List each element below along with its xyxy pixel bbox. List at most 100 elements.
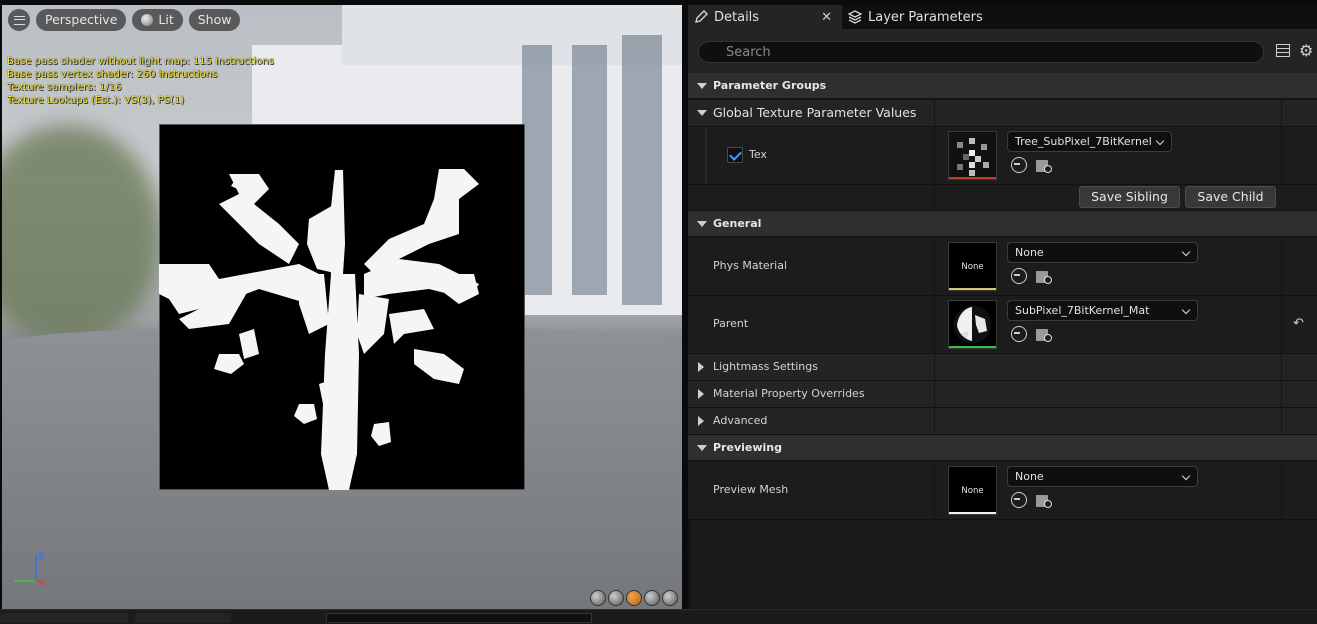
save-child-button[interactable]: Save Child xyxy=(1185,186,1276,208)
plane-preview-button[interactable] xyxy=(626,590,642,606)
preview-mesh-dropdown[interactable]: None xyxy=(1007,466,1198,487)
value-column xyxy=(936,408,1282,434)
layers-icon xyxy=(848,10,862,24)
category-previewing[interactable]: Previewing xyxy=(688,435,1317,461)
parent-material-value: SubPixel_7BitKernel_Mat xyxy=(1015,304,1150,317)
thumbnail-none-text: None xyxy=(961,261,984,272)
phys-material-thumbnail[interactable]: None xyxy=(948,242,997,291)
viewport-menu-button[interactable] xyxy=(8,9,30,31)
browse-asset-icon[interactable] xyxy=(1036,158,1053,173)
group-label: Global Texture Parameter Values xyxy=(713,105,917,120)
cylinder-preview-button[interactable] xyxy=(590,590,606,606)
background-window xyxy=(522,45,552,295)
gear-icon[interactable]: ⚙ xyxy=(1299,43,1314,59)
asset-type-color-bar xyxy=(949,346,996,348)
group-global-texture-parameters[interactable]: Global Texture Parameter Values xyxy=(688,100,1317,127)
sphere-preview-button[interactable] xyxy=(608,590,624,606)
tab-details-label: Details xyxy=(714,9,760,25)
group-material-property-overrides[interactable]: Material Property Overrides xyxy=(688,381,1317,408)
bottom-strip-segment xyxy=(0,613,128,623)
reset-column: ↶ xyxy=(1283,296,1317,353)
asset-actions xyxy=(1011,326,1053,342)
group-lightmass-settings[interactable]: Lightmass Settings xyxy=(688,354,1317,381)
axis-z-label: Z xyxy=(38,551,45,562)
property-row-preview-mesh: Preview Mesh None None xyxy=(688,462,1317,520)
teapot-preview-button[interactable] xyxy=(662,590,678,606)
background-tree xyxy=(2,125,162,345)
browse-asset-icon[interactable] xyxy=(1036,493,1053,508)
name-column: Lightmass Settings xyxy=(688,354,935,380)
bottom-toolbar-strip xyxy=(0,609,1317,624)
value-column: SubPixel_7BitKernel_Mat xyxy=(936,296,1282,353)
collapse-arrow-icon xyxy=(697,110,707,116)
category-parameter-groups[interactable]: Parameter Groups xyxy=(688,73,1317,99)
save-buttons-row: Save Sibling Save Child xyxy=(688,185,1317,211)
lit-label: Lit xyxy=(158,12,174,27)
preview-mesh-value: None xyxy=(1015,470,1044,483)
editor-window: Perspective Lit Show Base pass shader wi… xyxy=(0,0,1317,624)
lit-sphere-icon xyxy=(141,14,154,26)
preview-mesh-selector xyxy=(590,590,678,606)
phys-material-dropdown[interactable]: None xyxy=(1007,242,1198,263)
tab-details[interactable]: Details ✕ xyxy=(688,5,842,29)
asset-type-color-bar xyxy=(949,512,996,514)
category-general[interactable]: General xyxy=(688,211,1317,237)
details-panel: Details ✕ Layer Parameters ⚙ Parameter G… xyxy=(688,5,1317,609)
asset-actions xyxy=(1011,157,1053,173)
tex-enabled-checkbox[interactable] xyxy=(727,147,743,163)
name-column: Tex xyxy=(688,127,935,184)
reset-to-default-icon[interactable]: ↶ xyxy=(1293,317,1305,330)
search-row: ⚙ xyxy=(688,29,1317,73)
shader-stats: Base pass shader without light map: 115 … xyxy=(7,55,274,107)
name-column: Global Texture Parameter Values xyxy=(688,100,935,126)
name-column: Preview Mesh xyxy=(688,462,935,519)
name-column xyxy=(688,185,935,210)
chevron-down-icon xyxy=(1181,247,1191,257)
parent-material-thumbnail[interactable] xyxy=(948,300,997,349)
texture-thumbnail[interactable] xyxy=(948,131,997,180)
parent-material-dropdown[interactable]: SubPixel_7BitKernel_Mat xyxy=(1007,300,1198,321)
phys-material-value: None xyxy=(1015,246,1044,259)
texture-preview-plane xyxy=(159,124,525,490)
use-selected-icon[interactable] xyxy=(1011,326,1027,342)
table-view-icon[interactable] xyxy=(1276,44,1290,57)
asset-type-color-bar xyxy=(949,288,996,290)
use-selected-icon[interactable] xyxy=(1011,268,1027,284)
perspective-button[interactable]: Perspective xyxy=(36,9,127,31)
cube-preview-button[interactable] xyxy=(644,590,660,606)
bottom-strip-segment xyxy=(135,613,231,623)
group-advanced[interactable]: Advanced xyxy=(688,408,1317,435)
tex-label: Tex xyxy=(749,148,767,161)
tab-layer-parameters-label: Layer Parameters xyxy=(868,9,983,25)
asset-type-color-bar xyxy=(949,177,996,179)
save-sibling-button[interactable]: Save Sibling xyxy=(1079,186,1180,208)
parent-material-sphere xyxy=(949,301,996,348)
preview-mesh-thumbnail[interactable]: None xyxy=(948,466,997,515)
panel-tabs: Details ✕ Layer Parameters xyxy=(688,5,1317,29)
category-label: General xyxy=(713,217,762,230)
use-selected-icon[interactable] xyxy=(1011,157,1027,173)
background-window xyxy=(622,35,662,305)
browse-asset-icon[interactable] xyxy=(1036,269,1053,284)
bottom-strip-input[interactable] xyxy=(326,613,592,623)
tab-layer-parameters[interactable]: Layer Parameters xyxy=(842,5,993,29)
material-preview-viewport[interactable]: Perspective Lit Show Base pass shader wi… xyxy=(2,5,682,609)
tex-asset-dropdown[interactable]: Tree_SubPixel_7BitKernel xyxy=(1007,131,1172,152)
pencil-icon xyxy=(695,10,708,23)
show-button[interactable]: Show xyxy=(188,9,241,31)
collapse-arrow-icon xyxy=(697,83,707,89)
search-input[interactable] xyxy=(698,41,1264,63)
stat-line: Base pass vertex shader: 260 instruction… xyxy=(7,69,218,80)
property-row-phys-material: Phys Material None None xyxy=(688,238,1317,296)
parent-label: Parent xyxy=(713,317,749,330)
background-window xyxy=(572,45,607,295)
use-selected-icon[interactable] xyxy=(1011,492,1027,508)
indent-guide xyxy=(705,127,707,184)
expand-arrow-icon xyxy=(698,362,704,372)
group-label: Material Property Overrides xyxy=(713,387,865,400)
value-column: None None xyxy=(936,238,1282,295)
browse-asset-icon[interactable] xyxy=(1036,327,1053,342)
lit-button[interactable]: Lit xyxy=(132,9,183,31)
value-column xyxy=(936,354,1282,380)
close-icon[interactable]: ✕ xyxy=(821,10,832,25)
